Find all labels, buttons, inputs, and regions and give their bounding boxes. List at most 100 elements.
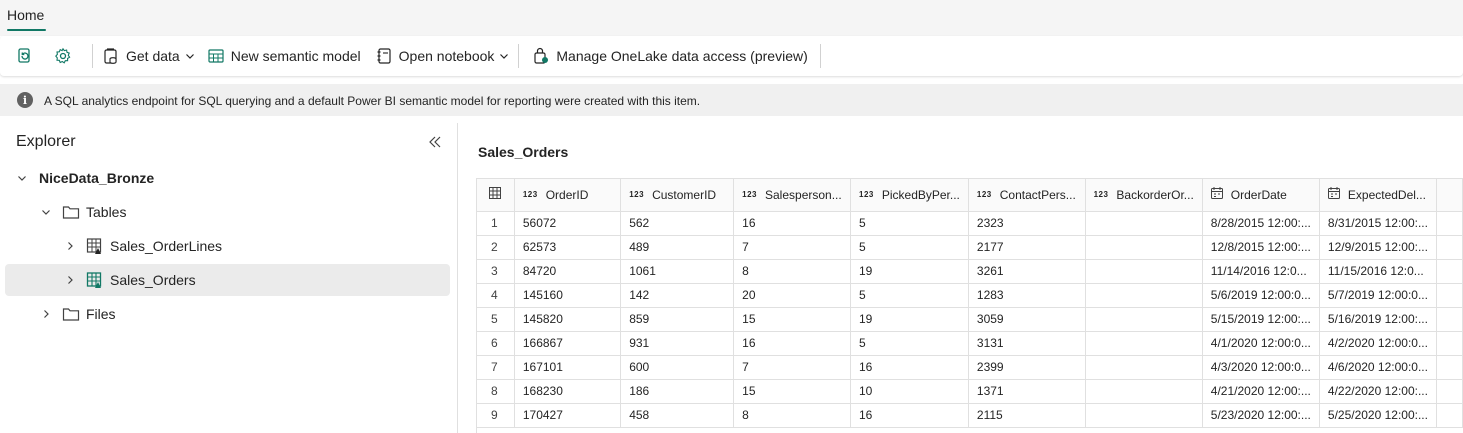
table-cell[interactable]: 859: [620, 307, 735, 332]
refresh-button[interactable]: [12, 42, 44, 70]
tab-home[interactable]: Home: [7, 7, 44, 23]
table-cell[interactable]: 12/9/2015 12:00:...: [1319, 235, 1437, 260]
table-cell[interactable]: 1371: [968, 379, 1086, 404]
table-cell[interactable]: 5/16/2019 12:00:...: [1319, 307, 1437, 332]
table-cell[interactable]: 11/15/2016 12:0...: [1319, 259, 1437, 284]
table-cell[interactable]: 4/3/2020 12:00:0...: [1202, 355, 1320, 380]
table-cell[interactable]: 19: [850, 307, 969, 332]
table-cell[interactable]: 168230: [514, 379, 622, 404]
table-cell[interactable]: 3131: [968, 331, 1086, 356]
table-cell[interactable]: 142: [620, 283, 735, 308]
table-cell[interactable]: [1085, 259, 1203, 284]
table-cell[interactable]: 12/8/2015 12:00:...: [1202, 235, 1320, 260]
table-cell[interactable]: 8/28/2015 12:00:...: [1202, 211, 1320, 236]
table-cell[interactable]: 7: [733, 355, 851, 380]
table-cell[interactable]: [1085, 331, 1203, 356]
row-number[interactable]: 9: [477, 403, 515, 428]
table-cell[interactable]: 5: [850, 331, 969, 356]
table-cell[interactable]: 600: [620, 355, 735, 380]
table-cell[interactable]: 4/6/2020 12:00:0...: [1319, 355, 1437, 380]
table-cell[interactable]: 170427: [514, 403, 622, 428]
table-cell[interactable]: 84720: [514, 259, 622, 284]
table-cell[interactable]: 2399: [968, 355, 1086, 380]
tree-item-files[interactable]: Files: [5, 298, 450, 330]
table-cell[interactable]: 62573: [514, 235, 622, 260]
table-cell[interactable]: 5/23/2020 12:00:...: [1202, 403, 1320, 428]
table-cell[interactable]: [1085, 211, 1203, 236]
table-cell[interactable]: 489: [620, 235, 735, 260]
table-cell[interactable]: 562: [620, 211, 735, 236]
new-semantic-model-button[interactable]: New semantic model: [203, 42, 365, 70]
table-cell[interactable]: [1085, 235, 1203, 260]
table-cell[interactable]: 8/31/2015 12:00:...: [1319, 211, 1437, 236]
tree-item-sales-orderlines[interactable]: Sales_OrderLines: [5, 230, 450, 262]
tree-item-sales-orders[interactable]: Sales_Orders: [5, 264, 450, 296]
table-row[interactable]: 3 84720 1061 8 19 3261 11/14/2016 12:0... 11/15…: [477, 259, 1463, 284]
table-cell[interactable]: 167101: [514, 355, 622, 380]
manage-onelake-button[interactable]: Manage OneLake data access (preview): [528, 42, 811, 70]
table-cell[interactable]: 7: [733, 235, 851, 260]
table-cell[interactable]: 5/15/2019 12:00:...: [1202, 307, 1320, 332]
column-header[interactable]: 123 OrderID: [514, 179, 622, 212]
table-cell[interactable]: 4/1/2020 12:00:0...: [1202, 331, 1320, 356]
open-notebook-button[interactable]: Open notebook: [371, 42, 514, 70]
table-row[interactable]: 7 167101 600 7 16 2399 4/3/2020 12:00:0... 4/6/…: [477, 355, 1463, 380]
row-number[interactable]: 1: [477, 211, 515, 236]
table-cell[interactable]: 2115: [968, 403, 1086, 428]
table-cell[interactable]: 3261: [968, 259, 1086, 284]
table-row[interactable]: 2 62573 489 7 5 2177 12/8/2015 12:00:... 12/9/2…: [477, 235, 1463, 260]
table-cell[interactable]: 1061: [620, 259, 735, 284]
table-cell[interactable]: 145820: [514, 307, 622, 332]
get-data-button[interactable]: Get data: [98, 42, 199, 70]
row-number[interactable]: 3: [477, 259, 515, 284]
column-header[interactable]: ExpectedDel...: [1319, 179, 1437, 212]
table-cell[interactable]: 931: [620, 331, 735, 356]
table-cell[interactable]: 145160: [514, 283, 622, 308]
row-number[interactable]: 2: [477, 235, 515, 260]
column-header[interactable]: 123 BackorderOr...: [1085, 179, 1203, 212]
table-cell[interactable]: [1085, 403, 1203, 428]
table-cell[interactable]: 2177: [968, 235, 1086, 260]
column-header[interactable]: OrderDate: [1202, 179, 1320, 212]
table-cell[interactable]: [1085, 355, 1203, 380]
table-cell[interactable]: [1085, 283, 1203, 308]
table-cell[interactable]: 5: [850, 283, 969, 308]
settings-button[interactable]: [50, 42, 82, 70]
table-row[interactable]: 6 166867 931 16 5 3131 4/1/2020 12:00:0... 4/2/…: [477, 331, 1463, 356]
table-row[interactable]: 8 168230 186 15 10 1371 4/21/2020 12:00:... 4/2…: [477, 379, 1463, 404]
table-cell[interactable]: 5: [850, 235, 969, 260]
column-header[interactable]: 123 CustomerID: [620, 179, 735, 212]
table-cell[interactable]: 56072: [514, 211, 622, 236]
column-header[interactable]: 123 Salesperson...: [733, 179, 851, 212]
table-cell[interactable]: 5: [850, 211, 969, 236]
table-row[interactable]: 5 145820 859 15 19 3059 5/15/2019 12:00:... 5/1…: [477, 307, 1463, 332]
table-row[interactable]: 1 56072 562 16 5 2323 8/28/2015 12:00:... 8/31/…: [477, 211, 1463, 236]
table-cell[interactable]: 5/7/2019 12:00:0...: [1319, 283, 1437, 308]
table-cell[interactable]: [1085, 379, 1203, 404]
row-number[interactable]: 4: [477, 283, 515, 308]
table-cell[interactable]: 8: [733, 403, 851, 428]
table-cell[interactable]: 16: [733, 211, 851, 236]
table-cell[interactable]: 5/25/2020 12:00:...: [1319, 403, 1437, 428]
column-header[interactable]: 123 PickedByPer...: [850, 179, 969, 212]
table-cell[interactable]: 10: [850, 379, 969, 404]
table-row[interactable]: 9 170427 458 8 16 2115 5/23/2020 12:00:... 5/25…: [477, 403, 1463, 428]
table-cell[interactable]: [1085, 307, 1203, 332]
tree-item-lakehouse[interactable]: NiceData_Bronze: [5, 162, 450, 194]
table-cell[interactable]: 15: [733, 379, 851, 404]
table-cell[interactable]: 1283: [968, 283, 1086, 308]
data-grid[interactable]: 123 OrderID 123 CustomerID 123 Salesperson...…: [476, 178, 1463, 433]
table-cell[interactable]: 4/2/2020 12:00:0...: [1319, 331, 1437, 356]
table-cell[interactable]: 16: [850, 355, 969, 380]
table-cell[interactable]: 458: [620, 403, 735, 428]
row-number[interactable]: 6: [477, 331, 515, 356]
tree-item-tables[interactable]: Tables: [5, 196, 450, 228]
table-cell[interactable]: 4/21/2020 12:00:...: [1202, 379, 1320, 404]
table-cell[interactable]: 3059: [968, 307, 1086, 332]
table-cell[interactable]: 16: [850, 403, 969, 428]
table-cell[interactable]: 11/14/2016 12:0...: [1202, 259, 1320, 284]
table-cell[interactable]: 15: [733, 307, 851, 332]
table-cell[interactable]: 186: [620, 379, 735, 404]
table-cell[interactable]: 16: [733, 331, 851, 356]
table-cell[interactable]: 166867: [514, 331, 622, 356]
